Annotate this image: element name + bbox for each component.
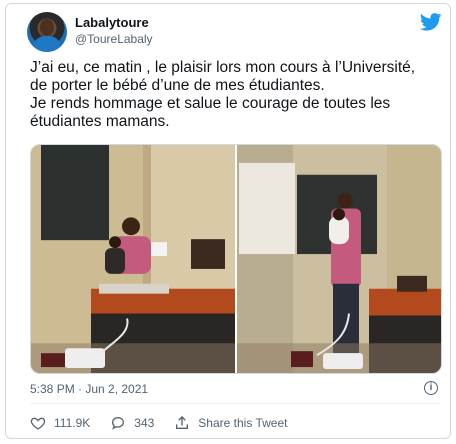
like-count: 111.9K: [54, 416, 91, 430]
info-icon[interactable]: i: [424, 381, 438, 395]
share-icon: [176, 416, 189, 429]
photo-left[interactable]: [31, 145, 235, 373]
tweet-media[interactable]: [30, 144, 442, 374]
tweet-text: J’ai eu, ce matin , le plaisir lors mon …: [30, 59, 440, 131]
like-button[interactable]: 111.9K: [30, 415, 90, 431]
reply-count: 343: [134, 416, 155, 430]
reply-button[interactable]: 343: [110, 415, 154, 431]
tweet-line: J’ai eu, ce matin , le plaisir lors mon …: [30, 59, 416, 76]
author-handle[interactable]: @ToureLabaly: [75, 32, 153, 46]
tweet-line: étudiantes mamans.: [30, 113, 170, 130]
tweet-card[interactable]: Labalytoure @ToureLabaly J’ai eu, ce mat…: [5, 3, 451, 439]
author-name[interactable]: Labalytoure: [75, 15, 149, 30]
twitter-bird-icon[interactable]: [420, 13, 442, 31]
heart-icon: [30, 417, 46, 430]
tweet-timestamp[interactable]: 5:38 PM · Jun 2, 2021: [30, 382, 148, 396]
share-label: Share this Tweet: [198, 416, 288, 430]
avatar[interactable]: [27, 12, 67, 52]
photo-right[interactable]: [237, 145, 441, 373]
reply-bubble-icon: [112, 416, 125, 430]
tweet-line: Je rends hommage et salue le courage de …: [30, 95, 391, 112]
tweet-line: de porter le bébé d’une de mes étudiante…: [30, 77, 325, 94]
divider: [30, 403, 440, 404]
tweet-actions: 111.9K 343 Share this Tweet: [30, 414, 307, 432]
share-button[interactable]: Share this Tweet: [174, 415, 287, 431]
